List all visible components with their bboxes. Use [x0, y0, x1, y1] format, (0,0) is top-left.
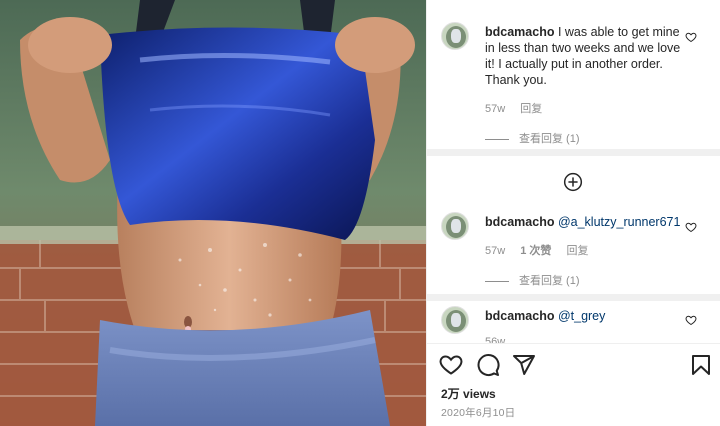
comment-time: 56w	[485, 336, 506, 343]
like-comment-heart-icon[interactable]	[685, 221, 697, 233]
comment-username[interactable]: bdcamacho	[485, 215, 554, 229]
section-divider	[427, 149, 720, 156]
views-number: 2万	[441, 387, 460, 401]
comment-body: bdcamacho @a_klutzy_runner671	[485, 214, 685, 230]
comment-mention[interactable]: @a_klutzy_runner671	[558, 215, 681, 229]
comment-body: bdcamacho I was able to get mine in less…	[485, 24, 685, 88]
reply-button[interactable]: 回复	[520, 103, 542, 115]
comment-username[interactable]: bdcamacho	[485, 309, 554, 323]
like-comment-heart-icon[interactable]	[685, 314, 697, 326]
view-replies-line	[485, 138, 509, 140]
reply-button[interactable]: 回复	[567, 245, 589, 257]
comment-body: bdcamacho @t_grey	[485, 308, 685, 324]
plus-circle-icon[interactable]	[563, 172, 583, 192]
post-photo	[0, 0, 426, 426]
view-replies-button[interactable]: 查看回复 (1)	[485, 272, 580, 288]
view-replies-label: 查看回复 (1)	[519, 133, 580, 145]
like-comment-heart-icon[interactable]	[685, 31, 697, 43]
bookmark-icon[interactable]	[689, 353, 713, 377]
comment-time: 57w	[485, 245, 506, 257]
comment-bubble-icon[interactable]	[476, 353, 500, 377]
post-actions-bar: 2万 views 2020年6月10日	[427, 343, 720, 426]
comment-meta: 57w 1 次赞 回复	[485, 242, 601, 258]
comment-meta: 56w	[485, 336, 517, 343]
comment-mention[interactable]: @t_grey	[558, 309, 605, 323]
view-replies-label: 查看回复 (1)	[519, 275, 580, 287]
heart-icon[interactable]	[439, 353, 463, 377]
comment-time: 57w	[485, 103, 506, 115]
paper-plane-icon[interactable]	[512, 353, 536, 377]
post-media[interactable]	[0, 0, 426, 426]
comments-list[interactable]: bdcamacho I was able to get mine in less…	[427, 0, 720, 343]
view-replies-line	[485, 280, 509, 282]
avatar[interactable]	[441, 22, 469, 50]
views-label: views	[463, 387, 496, 401]
avatar[interactable]	[441, 306, 469, 334]
instagram-post-view: bdcamacho I was able to get mine in less…	[0, 0, 720, 426]
section-divider	[427, 294, 720, 301]
view-replies-button[interactable]: 查看回复 (1)	[485, 130, 580, 146]
views-count[interactable]: 2万 views	[441, 385, 496, 402]
post-date[interactable]: 2020年6月10日	[441, 405, 515, 420]
comment-likes[interactable]: 1 次赞	[520, 245, 551, 257]
comment-meta: 57w 回复	[485, 100, 554, 116]
avatar[interactable]	[441, 212, 469, 240]
comment-username[interactable]: bdcamacho	[485, 25, 554, 39]
post-side-panel: bdcamacho I was able to get mine in less…	[426, 0, 720, 426]
